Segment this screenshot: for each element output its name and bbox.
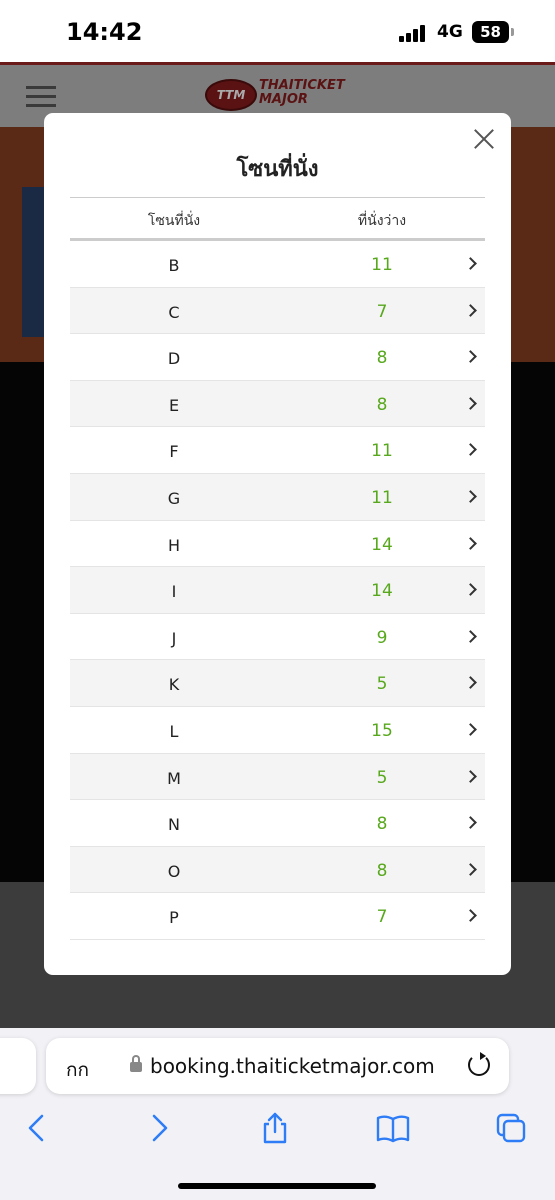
available-seats: 11 [371, 441, 393, 462]
zone-label: D [167, 349, 181, 369]
cellular-signal-icon [399, 24, 429, 42]
table-row[interactable]: G 11 [70, 473, 485, 521]
browser-bottom-bar: กก booking.thaiticketmajor.com [0, 1028, 555, 1200]
column-header-zone: โซนที่นั่ง [147, 213, 201, 229]
table-row[interactable]: K5 [70, 660, 485, 707]
available-seats: 8 [376, 394, 388, 415]
logo-mark: TTM [205, 79, 257, 111]
table-row[interactable]: N8 [70, 800, 485, 847]
zone-label: I [171, 582, 177, 602]
table-row[interactable]: J9 [70, 614, 485, 661]
available-seats: 15 [371, 720, 393, 741]
zone-label: M [167, 768, 181, 788]
zone-label: J [171, 628, 177, 648]
table-row[interactable]: D8 [70, 334, 485, 381]
back-icon[interactable] [20, 1112, 56, 1144]
battery-tip [511, 28, 514, 36]
zone-label: E [168, 395, 180, 415]
zone-label: K [168, 675, 180, 695]
status-bar: 14:42 4G 58 [0, 0, 555, 62]
home-indicator [178, 1183, 376, 1189]
available-seats: 14 [371, 534, 393, 555]
site-logo[interactable]: TTM THAITICKET MAJOR [205, 77, 345, 117]
status-time: 14:42 [66, 18, 143, 46]
available-seats: 8 [376, 860, 388, 881]
table-row[interactable]: C7 [70, 287, 485, 335]
available-seats: 9 [376, 627, 388, 648]
available-seats: 8 [376, 348, 388, 369]
table-row[interactable]: L 15 [70, 707, 485, 754]
reload-icon[interactable] [468, 1052, 490, 1076]
table-header: โซนที่นั่ง ที่นั่งว่าง [70, 197, 485, 241]
share-icon[interactable] [257, 1112, 293, 1144]
address-bar[interactable]: กก booking.thaiticketmajor.com [46, 1038, 509, 1094]
menu-icon[interactable] [26, 86, 56, 108]
url-text: booking.thaiticketmajor.com [150, 1054, 435, 1078]
zone-label: F [169, 442, 179, 462]
zone-label: B [168, 256, 180, 275]
table-row[interactable]: B 11 [70, 241, 485, 288]
available-seats: 7 [376, 301, 388, 322]
battery-icon: 58 [472, 21, 509, 43]
available-seats: 5 [376, 767, 388, 788]
tabs-icon[interactable] [494, 1112, 530, 1144]
seat-zone-modal: โซนที่นั่ง โซนที่นั่ง ที่นั่งว่าง B 11 C 7 D… [44, 113, 511, 975]
forward-icon[interactable] [140, 1112, 176, 1144]
page-settings-button[interactable]: กก [66, 1055, 89, 1085]
previous-tab-preview[interactable] [0, 1038, 36, 1094]
zone-label: N [168, 815, 180, 835]
table-row[interactable]: F 11 [70, 427, 485, 474]
available-seats: 7 [376, 907, 388, 928]
table-row[interactable]: H 14 [70, 521, 485, 568]
bookmarks-icon[interactable] [375, 1112, 411, 1144]
table-body: B 11 C 7 D 8 E 8 F 11 G 11 H 14 I 14 J 9 K 5 L 15 M 5 N 8 O 8 P 7 [70, 241, 485, 940]
table-row[interactable]: E8 [70, 380, 485, 428]
available-seats: 14 [371, 581, 393, 602]
zone-label: C [168, 302, 180, 322]
available-seats: 5 [376, 674, 388, 695]
table-row[interactable]: M5 [70, 753, 485, 801]
available-seats: 11 [371, 487, 393, 508]
zone-label: H [167, 535, 181, 555]
table-row[interactable]: P7 [70, 893, 485, 940]
lock-icon [130, 1055, 142, 1072]
table-row[interactable]: O8 [70, 846, 485, 894]
zone-table: โซนที่นั่ง ที่นั่งว่าง B 11 C 7 D 8 E 8 F 11 G 11 H 1… [70, 197, 485, 940]
close-icon[interactable] [471, 126, 497, 152]
available-seats: 8 [376, 814, 388, 835]
available-seats: 11 [371, 255, 393, 275]
table-row[interactable]: I 14 [70, 567, 485, 614]
column-header-available: ที่นั่งว่าง [357, 213, 407, 229]
zone-label: L [169, 721, 179, 741]
logo-text: THAITICKET MAJOR [259, 78, 345, 107]
network-type: 4G [437, 22, 463, 42]
zone-label: O [167, 861, 181, 881]
modal-title: โซนที่นั่ง [236, 157, 319, 182]
zone-label: G [167, 488, 181, 508]
zone-label: P [169, 908, 179, 928]
